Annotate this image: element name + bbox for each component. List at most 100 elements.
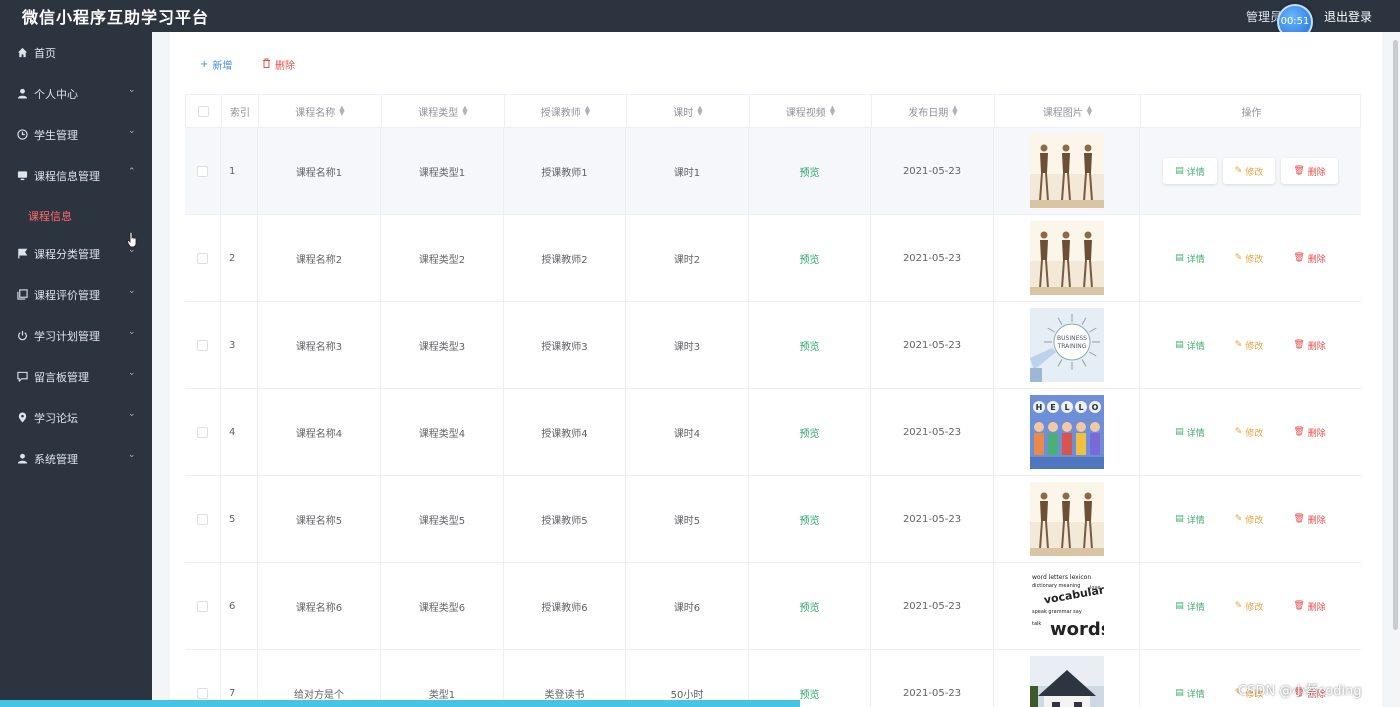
document-icon: ▤ (1175, 688, 1184, 698)
detail-button[interactable]: ▤ 详情 (1163, 158, 1217, 184)
sort-icon[interactable]: ▲ ▼ (339, 105, 344, 117)
row-checkbox[interactable] (197, 339, 208, 351)
edit-label: 修改 (1245, 515, 1264, 526)
detail-label: 详情 (1186, 167, 1205, 178)
header-label: 课程图片 (1042, 107, 1083, 119)
header-date[interactable]: 发布日期 ▲ ▼ (872, 95, 995, 127)
header-name[interactable]: 课程名称 ▲ ▼ (259, 95, 382, 127)
detail-button[interactable]: ▤ 详情 (1163, 680, 1217, 706)
delete-button[interactable]: 🗑 删除 (1281, 332, 1337, 358)
detail-button[interactable]: ▤ 详情 (1163, 419, 1217, 445)
app-title: 微信小程序互助学习平台 (22, 8, 210, 27)
header-image[interactable]: 课程图片 ▲ ▼ (995, 95, 1141, 127)
course-image[interactable] (1029, 482, 1104, 556)
table-row[interactable]: 1 课程名称1 课程类型1 授课教师1 课时1 预览 2021-05-23 ▤ 详情 ✎ 修改 🗑 删除 (185, 128, 1361, 215)
video-preview-link[interactable]: 预览 (800, 425, 820, 440)
course-image[interactable]: BUSINESS TRAINING (1029, 308, 1104, 382)
sidebar-item-system[interactable]: 系统管理 ⌄ (0, 438, 152, 479)
vertical-scrollbar[interactable] (1393, 40, 1398, 630)
edit-button[interactable]: ✎ 修改 (1223, 506, 1276, 532)
sort-icon[interactable]: ▲ ▼ (697, 105, 702, 117)
header-type[interactable]: 课程类型 ▲ ▼ (382, 95, 505, 127)
trash-icon: 🗑 (1293, 514, 1305, 524)
select-all-checkbox[interactable] (198, 105, 209, 117)
video-preview-link[interactable]: 预览 (800, 686, 820, 701)
publish-date: 2021-05-23 (902, 687, 962, 699)
row-checkbox[interactable] (197, 513, 208, 525)
course-image[interactable] (1029, 656, 1104, 707)
table-cell: 授课教师2 (504, 215, 626, 301)
delete-button[interactable]: 🗑 删除 (1281, 245, 1337, 271)
video-preview-link[interactable]: 预览 (800, 599, 820, 614)
table-row[interactable]: 3 课程名称3 课程类型3 授课教师3 课时3 预览 2021-05-23 BUSINESS T… (185, 302, 1361, 389)
detail-label: 详情 (1186, 602, 1205, 613)
chevron-down-icon: ⌄ (128, 450, 136, 460)
table-row[interactable]: 2 课程名称2 课程类型2 授课教师2 课时2 预览 2021-05-23 ▤ 详情 ✎ 修改 🗑 删除 (185, 215, 1361, 302)
course-image[interactable] (1029, 221, 1104, 295)
table-row[interactable]: 4 课程名称4 课程类型4 授课教师4 课时4 预览 2021-05-23 H E L L O ▤ 详情 ✎… (185, 389, 1361, 476)
table-cell: 2021-05-23 (871, 389, 994, 475)
video-preview-link[interactable]: 预览 (800, 164, 820, 179)
header-hours[interactable]: 课时 ▲ ▼ (627, 95, 750, 127)
course-name: 课程名称2 (295, 254, 343, 266)
course-hours: 课时3 (673, 341, 701, 353)
sidebar-item-profile[interactable]: 个人中心 ⌄ (0, 73, 152, 114)
delete-button[interactable]: 🗑 删除 (1281, 506, 1337, 532)
edit-button[interactable]: ✎ 修改 (1222, 158, 1276, 184)
sidebar-item-label: 学习计划管理 (34, 330, 100, 343)
sort-icon[interactable]: ▲ ▼ (585, 105, 590, 117)
table-cell (185, 476, 221, 562)
detail-button[interactable]: ▤ 详情 (1163, 506, 1217, 532)
sidebar-item-forum[interactable]: 学习论坛 ⌄ (0, 397, 152, 438)
delete-button[interactable]: 🗑 删除 (1281, 419, 1337, 445)
sidebar-item-course-review[interactable]: 课程评价管理 ⌄ (0, 274, 152, 315)
power-icon (16, 329, 28, 341)
video-progress-bar[interactable] (0, 700, 800, 707)
sort-icon[interactable]: ▲ ▼ (1087, 105, 1092, 117)
add-button[interactable]: + 新增 (200, 57, 232, 72)
table-cell (185, 215, 221, 301)
header-teacher[interactable]: 授课教师 ▲ ▼ (505, 95, 627, 127)
sidebar-subitem-course-info[interactable]: 课程信息 (0, 200, 152, 228)
delete-button[interactable]: 🗑 删除 (1281, 593, 1337, 619)
sidebar-item-students[interactable]: 学生管理 ⌄ (0, 114, 152, 155)
sort-icon[interactable]: ▲ ▼ (462, 105, 467, 117)
edit-button[interactable]: ✎ 修改 (1223, 419, 1276, 445)
sidebar-item-course-info-mgmt[interactable]: 课程信息管理 ⌃ (0, 155, 152, 196)
video-preview-link[interactable]: 预览 (800, 512, 820, 527)
edit-label: 修改 (1245, 167, 1264, 178)
detail-button[interactable]: ▤ 详情 (1163, 332, 1217, 358)
delete-button[interactable]: 🗑 删除 (1281, 158, 1338, 184)
trash-icon: 🗑 (1293, 601, 1305, 611)
row-checkbox[interactable] (197, 426, 208, 438)
table-row[interactable]: 7 给对方是个 类型1 类登读书 50小时 预览 2021-05-23 ▤ 详情 ✎ 修改 🗑 删除 (185, 650, 1361, 707)
edit-button[interactable]: ✎ 修改 (1223, 245, 1276, 271)
video-preview-link[interactable]: 预览 (800, 251, 820, 266)
table-row[interactable]: 5 课程名称5 课程类型5 授课教师5 课时5 预览 2021-05-23 ▤ 详情 ✎ 修改 🗑 删除 (185, 476, 1361, 563)
edit-icon: ✎ (1234, 166, 1243, 176)
batch-delete-button[interactable]: 删除 (262, 57, 295, 72)
edit-button[interactable]: ✎ 修改 (1223, 593, 1276, 619)
detail-button[interactable]: ▤ 详情 (1163, 245, 1217, 271)
row-checkbox[interactable] (197, 165, 208, 177)
course-image[interactable]: HELLO (1029, 395, 1104, 469)
course-image[interactable]: word letters lexicon dictionary meaning vo… (1029, 569, 1104, 643)
header-video[interactable]: 课程视频 ▲ ▼ (750, 95, 872, 127)
detail-button[interactable]: ▤ 详情 (1163, 593, 1217, 619)
table-cell: 课程类型4 (381, 389, 504, 475)
row-checkbox[interactable] (197, 687, 208, 699)
sidebar-item-study-plan[interactable]: 学习计划管理 ⌄ (0, 315, 152, 356)
sort-icon[interactable]: ▲ ▼ (952, 105, 957, 117)
sidebar-item-message-board[interactable]: 留言板管理 ⌄ (0, 356, 152, 397)
table-row[interactable]: 6 课程名称6 课程类型6 授课教师6 课时6 预览 2021-05-23 word lett… (185, 563, 1361, 650)
sidebar-item-home[interactable]: 首页 (0, 32, 152, 73)
logout-link[interactable]: 退出登录 (1324, 8, 1372, 25)
sidebar-item-label: 课程评价管理 (34, 289, 100, 302)
sort-icon[interactable]: ▲ ▼ (830, 105, 835, 117)
course-image[interactable] (1029, 134, 1104, 208)
row-checkbox[interactable] (197, 600, 208, 612)
video-preview-link[interactable]: 预览 (800, 338, 820, 353)
edit-button[interactable]: ✎ 修改 (1223, 332, 1276, 358)
row-checkbox[interactable] (197, 252, 208, 264)
copy-icon (16, 288, 28, 300)
